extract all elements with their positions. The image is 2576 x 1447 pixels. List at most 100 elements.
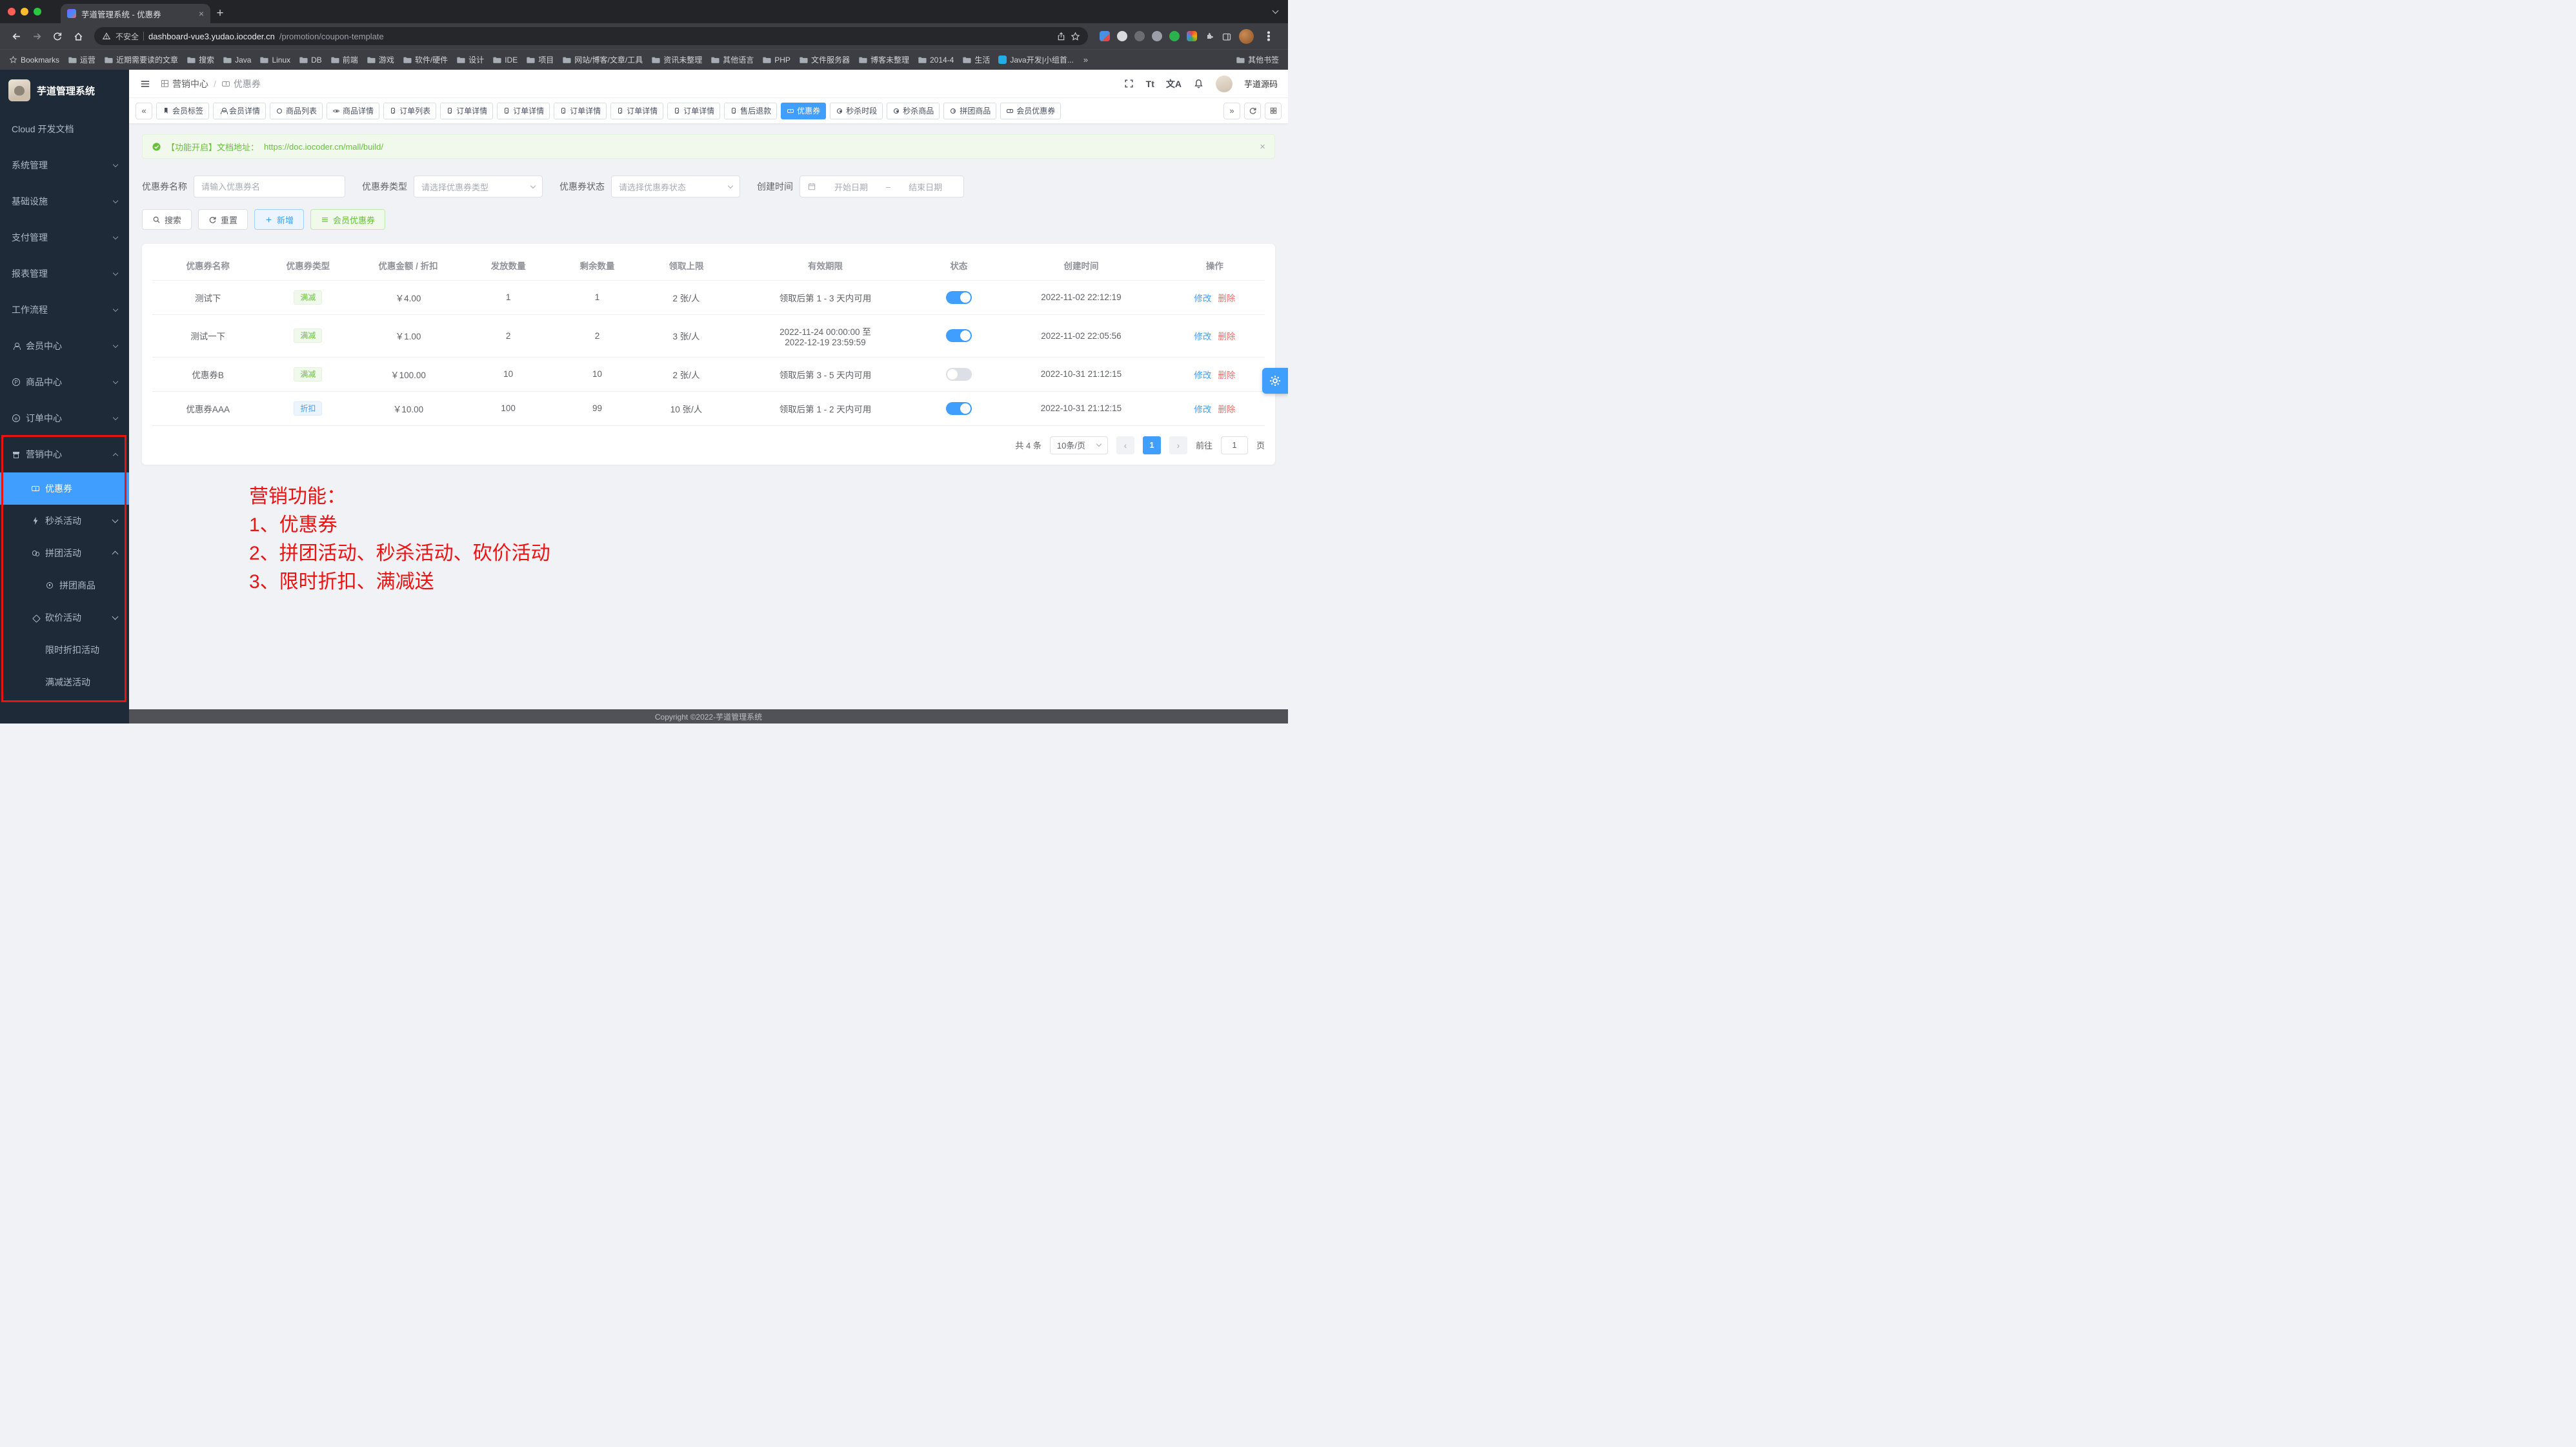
sidebar-item-reward-activity[interactable]: 满减送活动 [0, 666, 129, 698]
reset-button[interactable]: 重置 [198, 209, 248, 230]
bookmark-folder[interactable]: 运营 [68, 54, 96, 65]
app-logo-area[interactable]: 芋道管理系统 [0, 70, 129, 111]
tagsview-tab-product-detail[interactable]: 商品详情 [327, 103, 379, 119]
tagsview-tab-member-tag[interactable]: 会员标签 [156, 103, 209, 119]
tab-search-button[interactable] [1273, 0, 1280, 23]
sidebar-item-member[interactable]: 会员中心 [0, 328, 129, 364]
date-range-picker[interactable]: 开始日期 – 结束日期 [800, 176, 964, 197]
extension-icon[interactable] [1169, 31, 1180, 41]
member-coupon-button[interactable]: 会员优惠券 [310, 209, 385, 230]
bookmark-star-icon[interactable] [1071, 32, 1080, 41]
tagsview-tab-order-detail-1[interactable]: 订单详情 [440, 103, 493, 119]
window-zoom-button[interactable] [34, 8, 41, 15]
edit-link[interactable]: 修改 [1194, 370, 1211, 380]
tags-layout-button[interactable] [1265, 103, 1282, 119]
bookmark-folder[interactable]: 文件服务器 [799, 54, 850, 65]
bookmark-folder[interactable]: 设计 [456, 54, 484, 65]
split-view-icon[interactable] [1222, 30, 1232, 41]
bookmark-folder[interactable]: 博客未整理 [858, 54, 909, 65]
bookmark-folder[interactable]: 游戏 [367, 54, 394, 65]
bookmark-folder[interactable]: 资讯未整理 [651, 54, 702, 65]
coupon-name-input[interactable] [201, 182, 337, 192]
tab-close-icon[interactable]: × [199, 8, 204, 19]
bookmark-folder[interactable]: PHP [762, 56, 790, 65]
bookmark-folder[interactable]: DB [299, 56, 322, 65]
bookmark-folder[interactable]: 近期需要读的文章 [104, 54, 178, 65]
delete-link[interactable]: 删除 [1218, 294, 1235, 303]
sidebar-item-discount-activity[interactable]: 限时折扣活动 [0, 634, 129, 666]
extension-icon[interactable] [1152, 31, 1162, 41]
breadcrumb-marketing[interactable]: 营销中心 [160, 77, 208, 90]
bookmark-folder[interactable]: 其他语言 [710, 54, 754, 65]
extensions-puzzle-icon[interactable] [1204, 30, 1214, 41]
bookmark-folder[interactable]: 搜索 [186, 54, 214, 65]
banner-close-icon[interactable]: × [1260, 141, 1265, 152]
add-coupon-button[interactable]: 新增 [254, 209, 304, 230]
tags-scroll-right-button[interactable]: » [1223, 103, 1240, 119]
sidebar-item-combination-product[interactable]: 拼团商品 [0, 569, 129, 602]
status-toggle[interactable] [946, 291, 972, 304]
sidebar-item-pay[interactable]: 支付管理 [0, 219, 129, 256]
status-toggle[interactable] [946, 368, 972, 381]
window-close-button[interactable] [8, 8, 15, 15]
sidebar-item-workflow[interactable]: 工作流程 [0, 292, 129, 328]
bookmark-folder[interactable]: 前端 [330, 54, 358, 65]
collapse-sidebar-button[interactable] [139, 78, 151, 90]
coupon-type-select[interactable]: 请选择优惠券类型 [414, 176, 543, 197]
delete-link[interactable]: 删除 [1218, 405, 1235, 414]
tagsview-tab-product-list[interactable]: 商品列表 [270, 103, 323, 119]
bookmark-folder[interactable]: 项目 [526, 54, 554, 65]
sidebar-item-marketing[interactable]: 营销中心 [0, 436, 129, 472]
sidebar-item-report[interactable]: 报表管理 [0, 256, 129, 292]
extension-icon[interactable] [1187, 31, 1197, 41]
sidebar-item-cloud-docs[interactable]: Cloud 开发文档 [0, 111, 129, 147]
share-icon[interactable] [1056, 32, 1066, 41]
bookmark-folder[interactable]: IDE [492, 56, 518, 65]
font-size-button[interactable]: Tt [1146, 79, 1154, 89]
browser-profile-avatar[interactable] [1239, 29, 1254, 44]
back-button[interactable] [6, 26, 26, 46]
sidebar-item-order[interactable]: 订单中心 [0, 400, 129, 436]
bookmark-folder[interactable]: 网站/博客/文章/工具 [562, 54, 643, 65]
language-button[interactable]: 文A [1166, 77, 1182, 90]
tagsview-tab-order-detail-2[interactable]: 订单详情 [497, 103, 550, 119]
home-button[interactable] [68, 26, 88, 46]
address-bar[interactable]: 不安全 dashboard-vue3.yudao.iocoder.cn /pro… [94, 27, 1088, 45]
sidebar-item-bargain[interactable]: 砍价活动 [0, 602, 129, 634]
coupon-status-select[interactable]: 请选择优惠券状态 [611, 176, 740, 197]
bookmark-folder[interactable]: 2014-4 [918, 56, 954, 65]
sidebar-item-coupon[interactable]: 优惠券 [0, 472, 129, 505]
sidebar-item-seckill[interactable]: 秒杀活动 [0, 505, 129, 537]
bookmark-folder[interactable]: Linux [259, 56, 290, 65]
extension-icon[interactable] [1100, 31, 1110, 41]
bookmark-folder[interactable]: Java [223, 56, 251, 65]
user-avatar[interactable] [1216, 76, 1233, 92]
notifications-button[interactable] [1193, 78, 1204, 89]
window-minimize-button[interactable] [21, 8, 28, 15]
new-tab-button[interactable]: + [210, 4, 230, 23]
forward-button[interactable] [27, 26, 46, 46]
bookmark-item[interactable]: Java开发|小组首... [998, 54, 1073, 65]
bookmark-folder[interactable]: 软件/硬件 [403, 54, 448, 65]
edit-link[interactable]: 修改 [1194, 294, 1211, 303]
tagsview-tab-member-coupon[interactable]: 会员优惠券 [1000, 103, 1061, 119]
tagsview-tab-order-detail-3[interactable]: 订单详情 [554, 103, 607, 119]
tagsview-tab-order-detail-4[interactable]: 订单详情 [610, 103, 663, 119]
tags-refresh-button[interactable] [1244, 103, 1261, 119]
tagsview-tab-combination-product[interactable]: 拼团商品 [943, 103, 996, 119]
other-bookmarks[interactable]: 其他书签 [1236, 54, 1279, 65]
delete-link[interactable]: 删除 [1218, 370, 1235, 380]
fullscreen-button[interactable] [1123, 78, 1134, 89]
browser-menu-button[interactable] [1261, 28, 1276, 44]
sidebar-item-system[interactable]: 系统管理 [0, 147, 129, 183]
tagsview-tab-seckill-product[interactable]: 秒杀商品 [887, 103, 940, 119]
extension-icon[interactable] [1117, 31, 1127, 41]
tagsview-tab-order-list[interactable]: 订单列表 [383, 103, 436, 119]
status-toggle[interactable] [946, 329, 972, 342]
search-button[interactable]: 搜索 [142, 209, 192, 230]
tagsview-tab-member-detail[interactable]: 会员详情 [213, 103, 266, 119]
tagsview-tab-seckill-time[interactable]: 秒杀时段 [830, 103, 883, 119]
edit-link[interactable]: 修改 [1194, 332, 1211, 341]
settings-float-button[interactable] [1262, 368, 1288, 394]
page-size-select[interactable]: 10条/页 [1050, 436, 1108, 454]
